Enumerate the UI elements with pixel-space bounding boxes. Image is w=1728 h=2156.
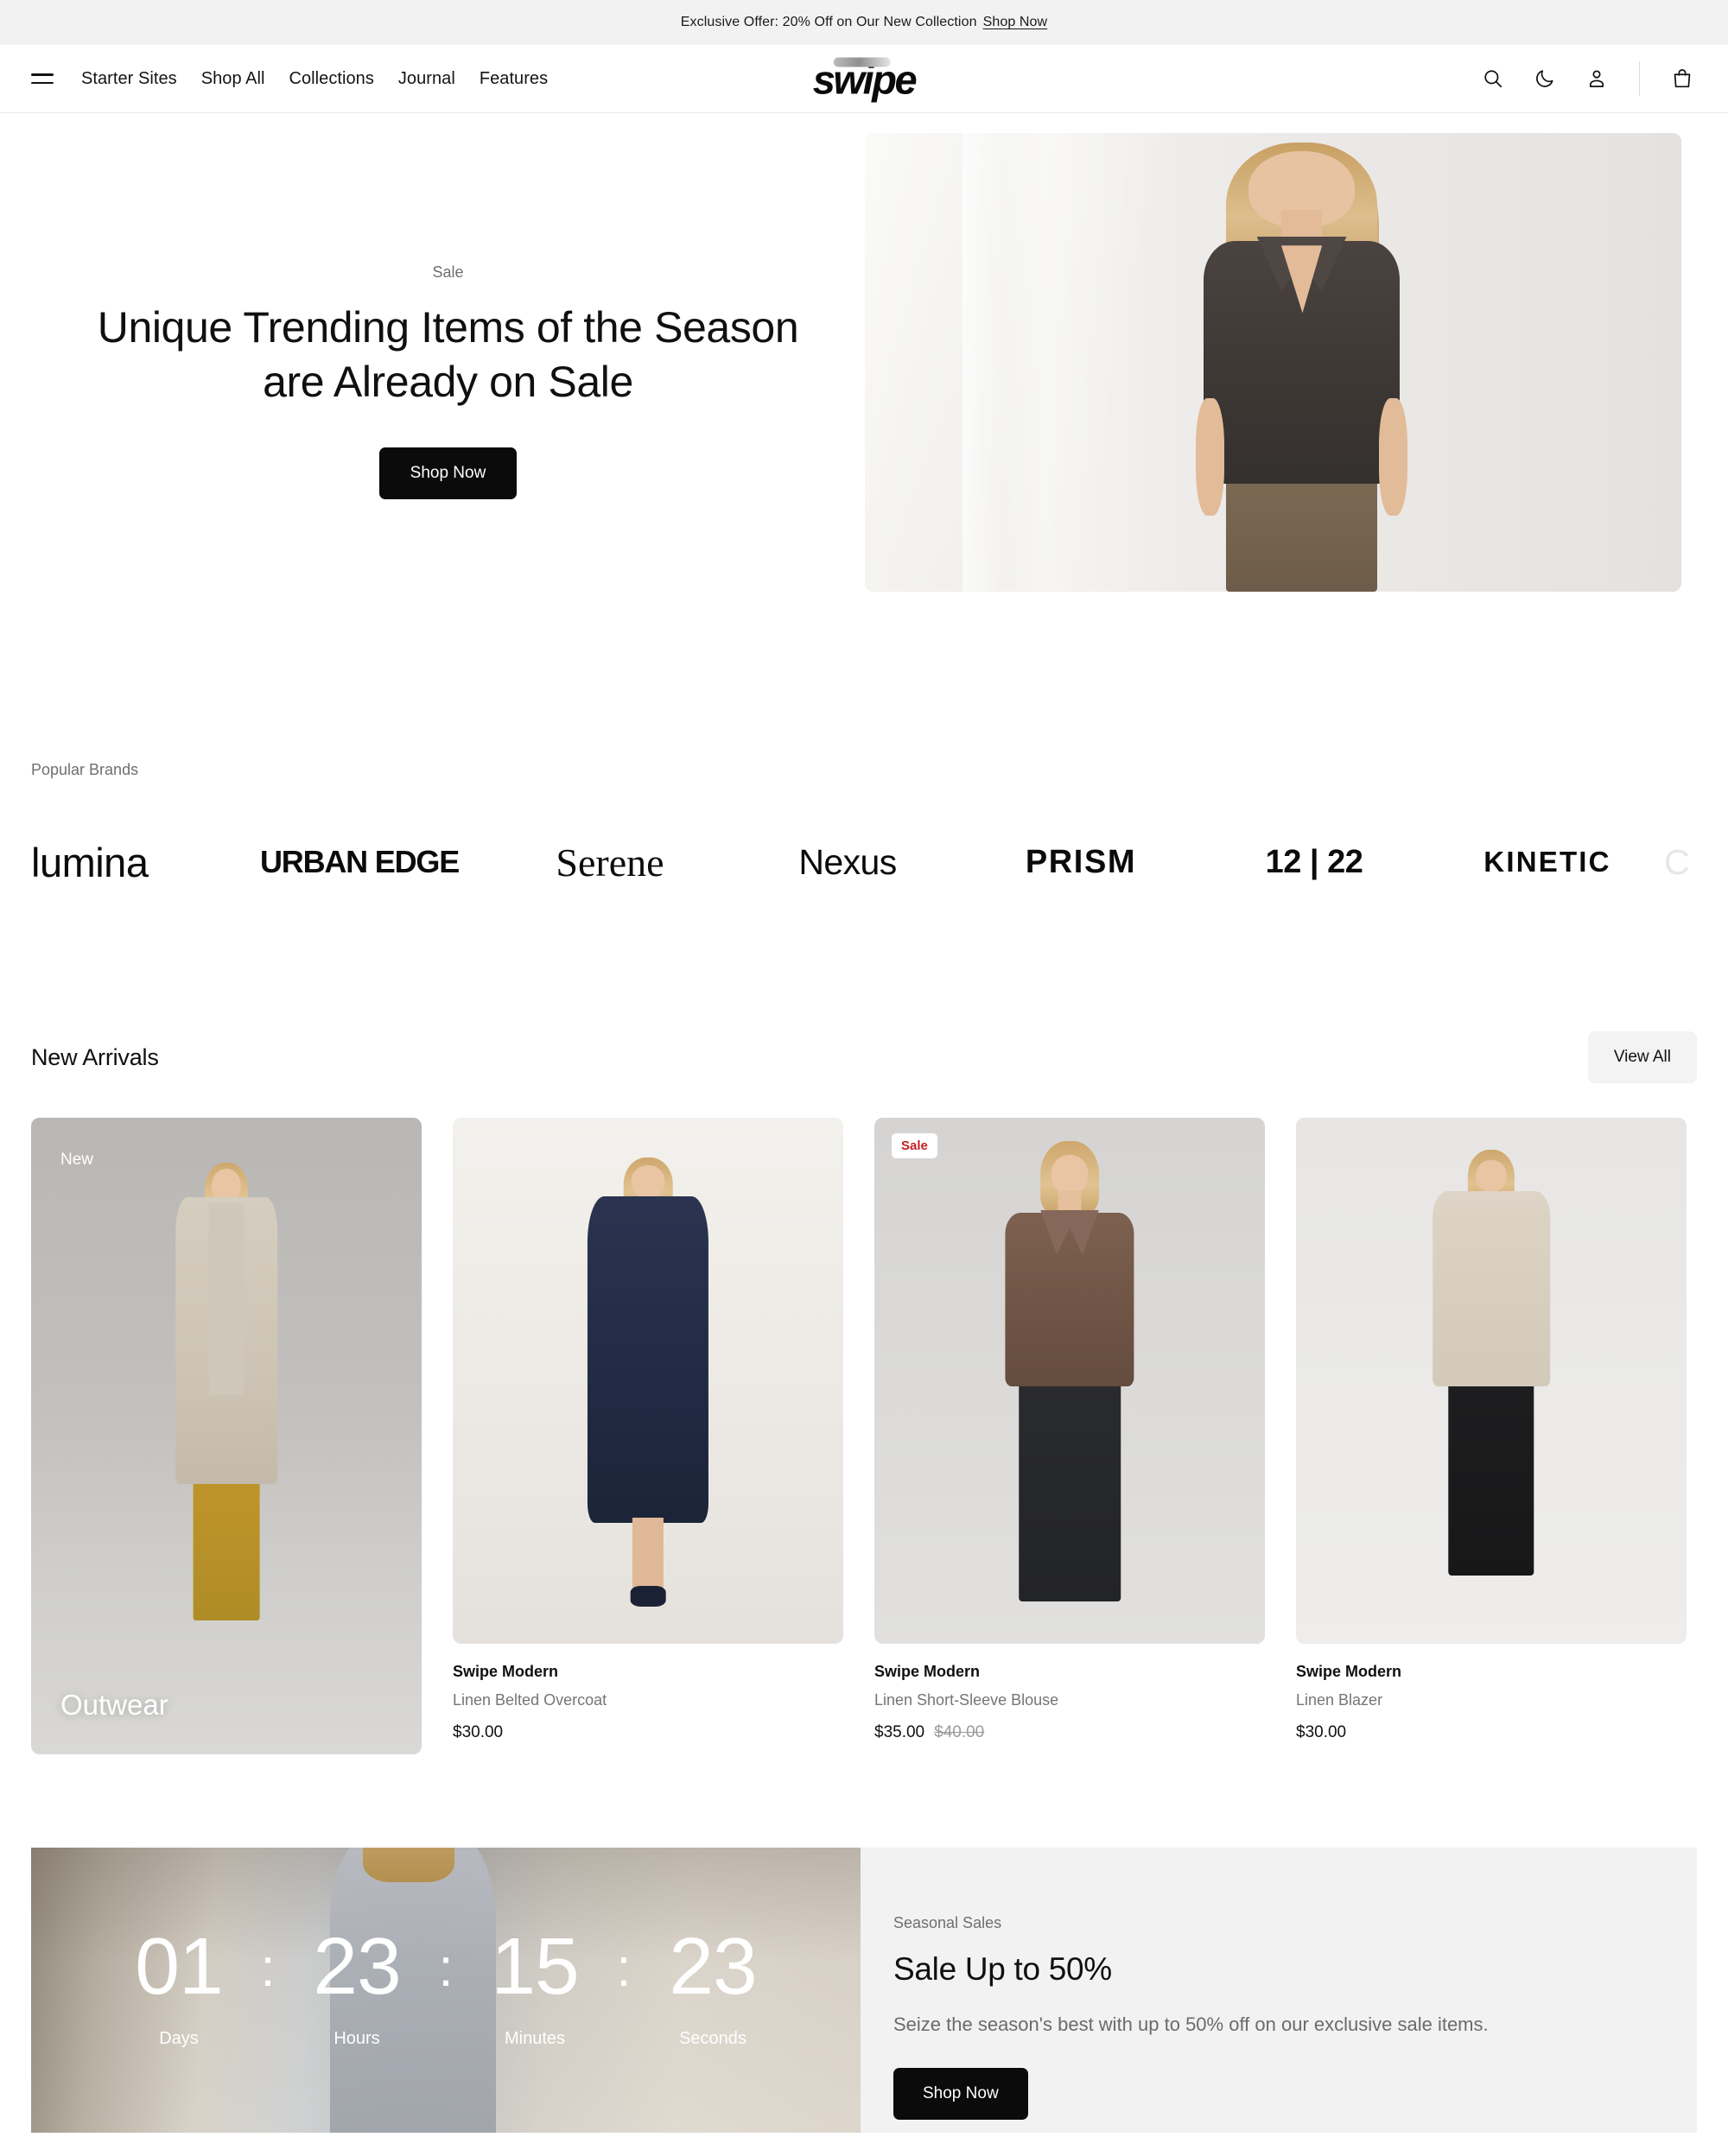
- category-overlay-label: Outwear: [60, 1689, 168, 1721]
- countdown-unit-hours: 23 Hours: [283, 1926, 430, 2049]
- announcement-text: Exclusive Offer: 20% Off on Our New Coll…: [680, 15, 977, 29]
- countdown-seconds-value: 23: [669, 1921, 757, 2011]
- nav-item-collections[interactable]: Collections: [289, 69, 374, 89]
- product-card[interactable]: New Outwear: [31, 1118, 422, 1754]
- countdown-unit-days: 01 Days: [105, 1926, 252, 2049]
- brands-label: Popular Brands: [31, 761, 139, 778]
- seasonal-eyebrow: Seasonal Sales: [893, 1914, 1002, 1931]
- countdown-separator: :: [616, 1937, 632, 1998]
- badge-new: New: [60, 1151, 94, 1169]
- new-arrivals-title: New Arrivals: [31, 1043, 159, 1070]
- header-actions: [1478, 61, 1697, 96]
- account-icon[interactable]: [1582, 64, 1611, 93]
- product-card[interactable]: Swipe Modern Linen Belted Overcoat $30.0…: [453, 1118, 843, 1754]
- search-icon[interactable]: [1478, 64, 1508, 93]
- announcement-shop-now-link[interactable]: Shop Now: [983, 15, 1048, 30]
- product-price-row: $30.00: [453, 1723, 843, 1742]
- countdown-hours-label: Hours: [334, 2029, 380, 2048]
- seasonal-body: Seize the season's best with up to 50% o…: [893, 2013, 1489, 2035]
- countdown-separator: :: [260, 1937, 276, 1998]
- seasonal-shop-now-button[interactable]: Shop Now: [893, 2068, 1028, 2121]
- product-image[interactable]: [1296, 1118, 1687, 1644]
- moon-icon[interactable]: [1530, 64, 1560, 93]
- product-image[interactable]: Sale: [874, 1118, 1265, 1644]
- product-image[interactable]: [453, 1118, 843, 1644]
- hero-model: [1195, 142, 1408, 592]
- product-info: Swipe Modern Linen Short-Sleeve Blouse $…: [874, 1644, 1265, 1742]
- hero-image: [865, 133, 1681, 592]
- countdown-timer: 01 Days : 23 Hours : 15 Minutes : 23 Sec…: [31, 1848, 861, 2133]
- hero-media: [865, 113, 1697, 592]
- countdown-minutes-label: Minutes: [504, 2029, 566, 2048]
- seasonal-panel: Seasonal Sales Sale Up to 50% Seize the …: [861, 1848, 1697, 2133]
- nav-item-starter-sites[interactable]: Starter Sites: [81, 69, 177, 89]
- countdown-unit-minutes: 15 Minutes: [461, 1926, 608, 2049]
- product-name[interactable]: Linen Blazer: [1296, 1691, 1687, 1709]
- product-vendor: Swipe Modern: [874, 1663, 981, 1680]
- countdown-minutes-value: 15: [491, 1921, 579, 2011]
- product-price: $35.00: [874, 1723, 925, 1741]
- countdown-unit-seconds: 23 Seconds: [639, 1926, 786, 2049]
- nav-item-journal[interactable]: Journal: [398, 69, 455, 89]
- announcement-bar: Exclusive Offer: 20% Off on Our New Coll…: [0, 0, 1728, 45]
- brand-logo-kinetic[interactable]: KINETIC: [1431, 846, 1664, 878]
- brand-logo-urban-edge[interactable]: URBAN EDGE: [230, 844, 489, 880]
- product-info: Swipe Modern Linen Blazer $30.00: [1296, 1644, 1687, 1742]
- countdown-seconds-label: Seconds: [679, 2029, 746, 2048]
- brand-logo-prism[interactable]: PRISM: [964, 844, 1198, 881]
- countdown-banner: 01 Days : 23 Hours : 15 Minutes : 23 Sec…: [31, 1848, 861, 2133]
- product-card[interactable]: Sale Swipe Modern Linen Short-Sleeve Blo…: [874, 1118, 1265, 1754]
- hero-section: Sale Unique Trending Items of the Season…: [0, 113, 1728, 701]
- menu-icon[interactable]: [31, 68, 57, 89]
- product-vendor: Swipe Modern: [453, 1663, 559, 1680]
- brand-logo-partial[interactable]: C: [1664, 842, 1697, 883]
- product-grid: New Outwear Swipe Modern Linen Belted Ov…: [0, 1118, 1728, 1754]
- product-image[interactable]: New Outwear: [31, 1118, 422, 1754]
- logo-accent-bar: [833, 57, 891, 67]
- brands-marquee: lumina URBAN EDGE Serene Nexus PRISM 12 …: [31, 821, 1697, 904]
- seasonal-title: Sale Up to 50%: [893, 1951, 1112, 1987]
- popular-brands-section: Popular Brands lumina URBAN EDGE Serene …: [0, 761, 1728, 904]
- countdown-days-value: 01: [135, 1921, 223, 2011]
- countdown-hours-value: 23: [313, 1921, 401, 2011]
- nav-item-features[interactable]: Features: [480, 69, 548, 89]
- cart-icon[interactable]: [1668, 64, 1697, 93]
- product-price: $30.00: [1296, 1723, 1347, 1741]
- nav-item-shop-all[interactable]: Shop All: [201, 69, 265, 89]
- brand-logo-1222[interactable]: 12 | 22: [1198, 844, 1431, 881]
- hero-title: Unique Trending Items of the Season are …: [97, 303, 799, 406]
- brand-logo-lumina[interactable]: lumina: [31, 839, 230, 886]
- site-header: Starter Sites Shop All Collections Journ…: [0, 45, 1728, 113]
- header-divider: [1639, 61, 1640, 96]
- primary-navigation: Starter Sites Shop All Collections Journ…: [31, 68, 548, 89]
- product-price-row: $30.00: [1296, 1723, 1687, 1742]
- countdown-days-label: Days: [159, 2029, 199, 2048]
- countdown-separator: :: [438, 1937, 454, 1998]
- site-logo[interactable]: swipe: [813, 57, 918, 100]
- product-price: $30.00: [453, 1723, 504, 1741]
- view-all-button[interactable]: View All: [1587, 1031, 1697, 1083]
- brand-logo-serene[interactable]: Serene: [489, 840, 731, 885]
- product-name[interactable]: Linen Belted Overcoat: [453, 1691, 843, 1709]
- product-price-row: $35.00 $40.00: [874, 1723, 1265, 1742]
- product-compare-price: $40.00: [934, 1723, 985, 1741]
- product-vendor: Swipe Modern: [1296, 1663, 1402, 1680]
- hero-shop-now-button[interactable]: Shop Now: [378, 447, 518, 499]
- hero-eyebrow: Sale: [432, 263, 464, 281]
- new-arrivals-header: New Arrivals View All: [0, 1031, 1728, 1083]
- brand-logo-nexus[interactable]: Nexus: [731, 842, 964, 883]
- product-card[interactable]: Swipe Modern Linen Blazer $30.00: [1296, 1118, 1687, 1754]
- badge-sale: Sale: [892, 1133, 937, 1158]
- product-info: Swipe Modern Linen Belted Overcoat $30.0…: [453, 1644, 843, 1742]
- hero-copy: Sale Unique Trending Items of the Season…: [31, 113, 865, 499]
- product-name[interactable]: Linen Short-Sleeve Blouse: [874, 1691, 1265, 1709]
- seasonal-sale-section: 01 Days : 23 Hours : 15 Minutes : 23 Sec…: [0, 1848, 1728, 2133]
